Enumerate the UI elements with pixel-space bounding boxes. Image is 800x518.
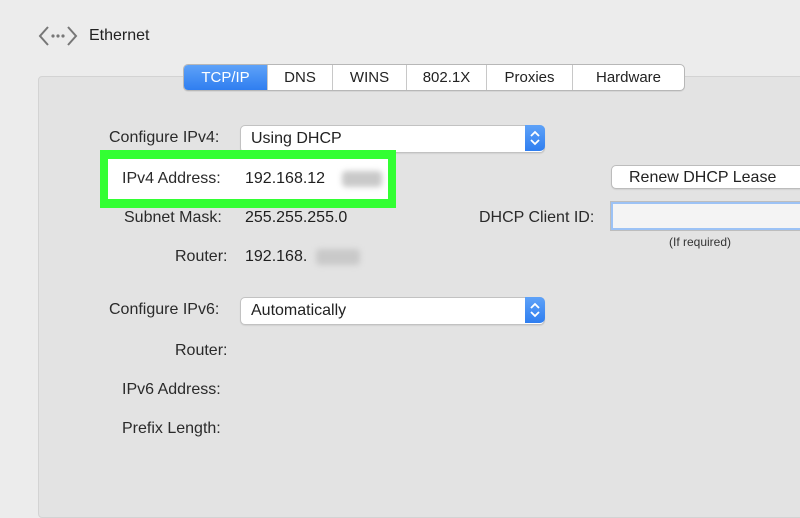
chevron-up-down-icon [530, 302, 540, 318]
tab-bar: TCP/IP DNS WINS 802.1X Proxies Hardware [183, 64, 685, 91]
subnet-mask-value: 255.255.255.0 [245, 209, 348, 226]
network-arrows-icon [38, 26, 78, 46]
chevron-up-down-icon [530, 130, 540, 146]
router-label: Router: [175, 248, 228, 265]
dhcp-client-id-label: DHCP Client ID: [479, 209, 595, 226]
configure-ipv4-value: Using DHCP [251, 130, 342, 147]
dhcp-client-id-note: (If required) [669, 235, 732, 249]
renew-dhcp-lease-button[interactable]: Renew DHCP Lease [611, 165, 800, 189]
window-title: Ethernet [89, 27, 150, 44]
tab-proxies[interactable]: Proxies [486, 65, 572, 90]
router-redaction [316, 249, 360, 265]
ipv4-address-value: 192.168.12 [245, 170, 326, 187]
router-value: 192.168. [245, 248, 308, 265]
configure-ipv6-value: Automatically [251, 302, 347, 319]
subnet-mask-label: Subnet Mask: [124, 209, 222, 226]
configure-ipv6-select[interactable]: Automatically [240, 297, 545, 325]
tab-hardware[interactable]: Hardware [572, 65, 684, 90]
tab-8021x[interactable]: 802.1X [406, 65, 486, 90]
tab-dns[interactable]: DNS [267, 65, 332, 90]
ipv6-router-label: Router: [175, 342, 228, 359]
prefix-length-label: Prefix Length: [122, 420, 221, 437]
window-header: Ethernet [0, 0, 800, 70]
ipv4-address-redaction [342, 171, 382, 187]
configure-ipv6-stepper [525, 297, 545, 323]
tab-wins[interactable]: WINS [332, 65, 406, 90]
tab-tcpip[interactable]: TCP/IP [184, 65, 267, 90]
configure-ipv4-stepper [525, 125, 545, 151]
ipv6-address-label: IPv6 Address: [122, 381, 221, 398]
configure-ipv6-label: Configure IPv6: [109, 301, 220, 318]
dhcp-client-id-field[interactable] [610, 201, 800, 231]
configure-ipv4-label: Configure IPv4: [109, 129, 220, 146]
ipv4-address-label: IPv4 Address: [122, 170, 221, 187]
configure-ipv4-select[interactable]: Using DHCP [240, 125, 545, 153]
